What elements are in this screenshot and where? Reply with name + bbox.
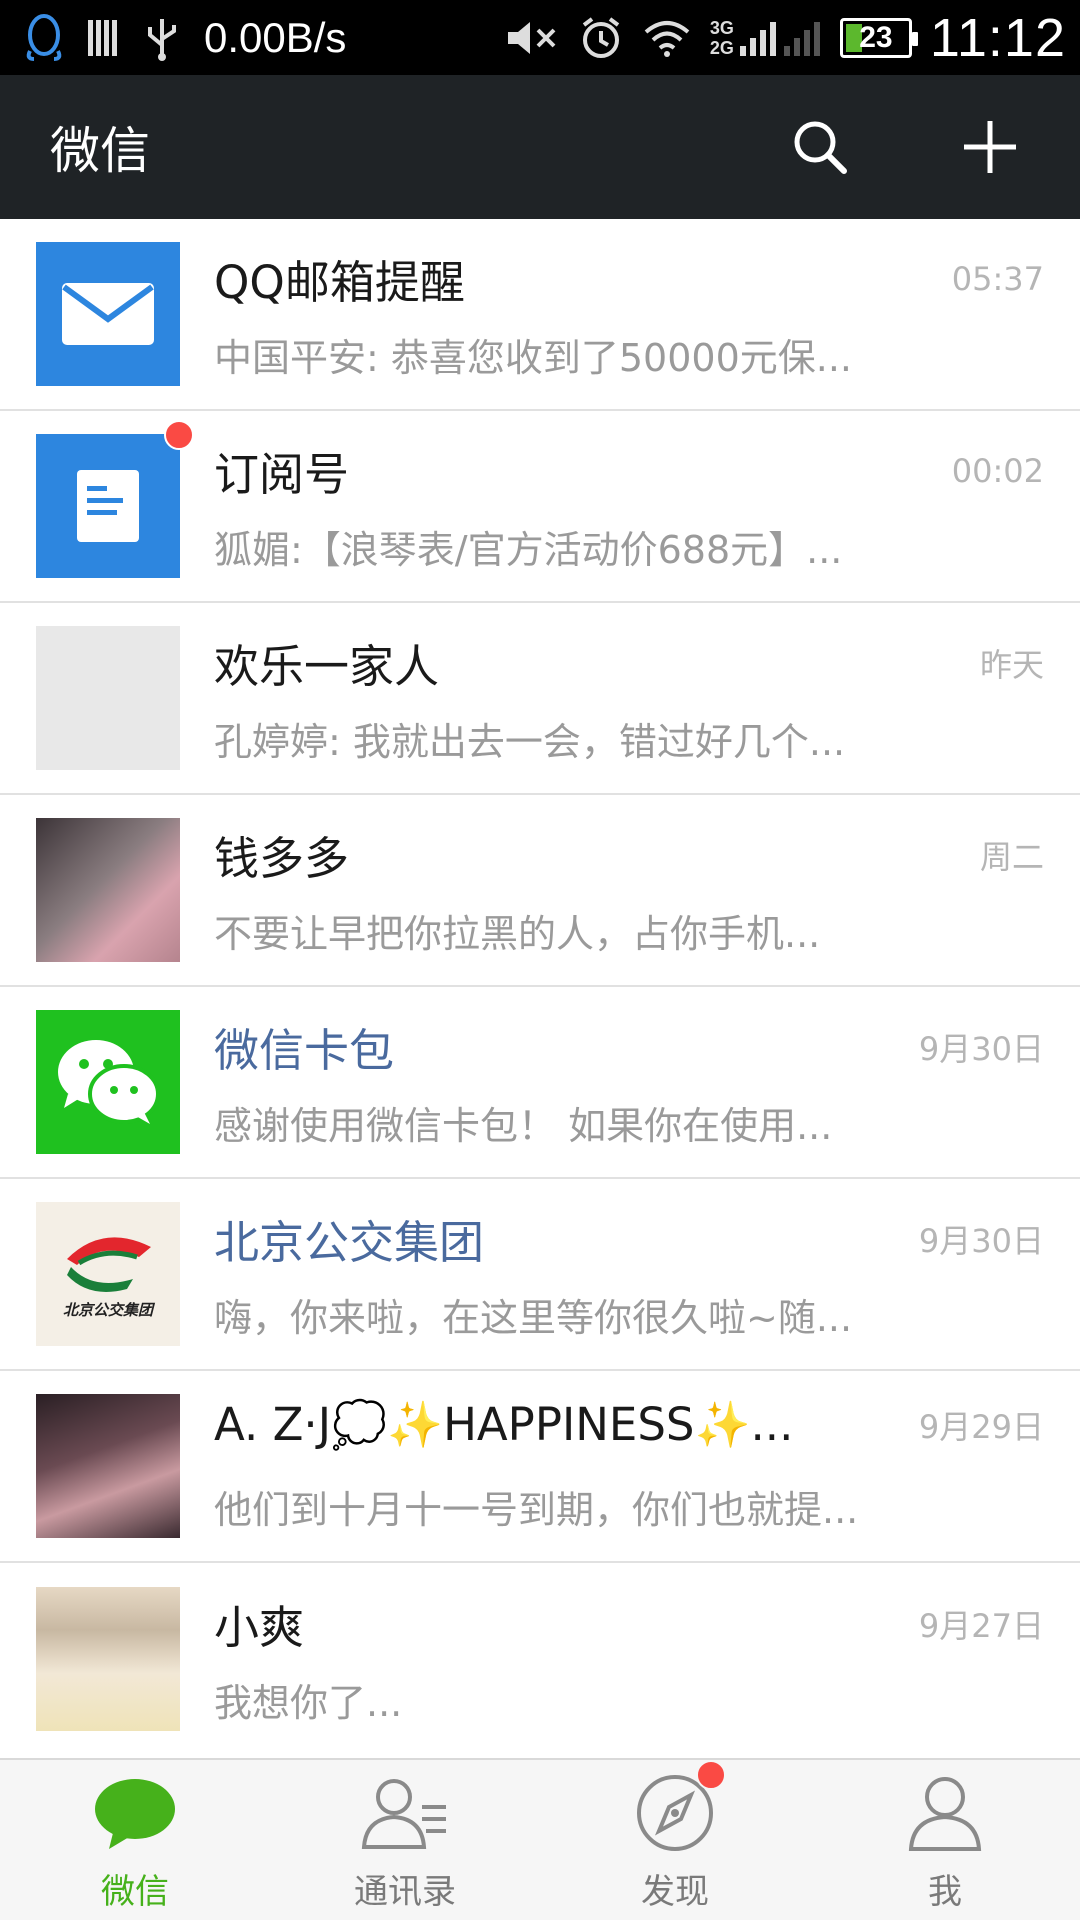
chat-preview: 我想你了... <box>214 1681 403 1725</box>
chat-time: 9月29日 <box>918 1407 1044 1446</box>
chat-time: 昨天 <box>979 645 1044 684</box>
plus-icon <box>964 121 1016 173</box>
mail-icon <box>62 283 154 345</box>
clock: 11:12 <box>929 7 1066 68</box>
chat-row-beijing-bus[interactable]: 北京公交集团 北京公交集团 9月30日 嗨，你来啦，在这里等你很久啦~随... <box>0 1179 1080 1371</box>
network-2g-label: 2G <box>709 37 734 58</box>
chat-preview: 感谢使用微信卡包！ 如果你在使用... <box>214 1104 833 1148</box>
battery-icon: 23 <box>839 17 918 58</box>
photo-avatar <box>36 1394 180 1538</box>
net-speed: 0.00B/s <box>204 13 347 61</box>
bottom-tab-bar: 微信 通讯录 发现 我 <box>0 1758 1080 1920</box>
avatar <box>36 1394 180 1538</box>
chat-row-qian-duoduo[interactable]: 钱多多 周二 不要让早把你拉黑的人，占你手机... <box>0 795 1080 987</box>
app-header: 微信 <box>0 75 1080 219</box>
chat-bubble-icon <box>95 1778 175 1849</box>
group-avatar <box>36 626 180 770</box>
search-button[interactable] <box>780 107 860 187</box>
tab-label: 我 <box>928 1871 962 1912</box>
chat-preview: 中国平安: 恭喜您收到了50000元保... <box>214 336 853 380</box>
battery-level: 23 <box>859 20 893 54</box>
chat-row-family-group[interactable]: 欢乐一家人 昨天 孔婷婷: 我就出去一会，错过好几个... <box>0 603 1080 795</box>
tab-label: 微信 <box>101 1871 169 1912</box>
avatar <box>36 626 180 770</box>
chat-time: 05:37 <box>951 259 1044 298</box>
chat-name: 微信卡包 <box>214 1024 395 1077</box>
avatar <box>36 420 194 578</box>
qq-penguin-icon <box>24 13 64 63</box>
mute-icon <box>504 18 560 58</box>
chat-preview: 孔婷婷: 我就出去一会，错过好几个... <box>214 720 846 764</box>
tab-contacts[interactable]: 通讯录 <box>270 1760 540 1920</box>
tab-chats[interactable]: 微信 <box>0 1760 270 1920</box>
chat-preview: 他们到十月十一号到期，你们也就提... <box>214 1488 859 1532</box>
chat-name: QQ邮箱提醒 <box>214 256 465 309</box>
chat-time: 9月30日 <box>918 1221 1044 1260</box>
usb-icon <box>142 15 182 61</box>
avatar <box>36 1587 180 1731</box>
chat-row-qq-mail[interactable]: QQ邮箱提醒 05:37 中国平安: 恭喜您收到了50000元保... <box>0 219 1080 411</box>
chat-time: 00:02 <box>951 451 1044 490</box>
chat-time: 9月30日 <box>918 1029 1044 1068</box>
avatar <box>36 242 180 386</box>
chat-name: 订阅号 <box>214 448 350 501</box>
chat-name: 小爽 <box>214 1601 305 1654</box>
wechat-logo-icon <box>58 1040 160 1124</box>
unread-badge <box>164 420 194 450</box>
chat-preview: 嗨，你来啦，在这里等你很久啦~随... <box>214 1296 853 1340</box>
avatar <box>36 1010 180 1154</box>
chat-time: 9月27日 <box>918 1606 1044 1645</box>
chat-time: 周二 <box>979 837 1044 876</box>
alarm-icon <box>578 15 624 61</box>
photo-avatar <box>36 818 180 962</box>
page-title: 微信 <box>50 122 150 180</box>
network-3g-label: 3G <box>709 17 734 38</box>
discover-badge <box>696 1759 726 1790</box>
document-icon <box>77 470 139 542</box>
person-icon <box>908 1776 982 1851</box>
logo-text: 北京公交集团 <box>62 1300 153 1319</box>
tab-label: 发现 <box>641 1871 709 1912</box>
avatar: 北京公交集团 <box>36 1202 180 1346</box>
avatar <box>36 818 180 962</box>
chat-name: A. Z·J💭✨HAPPINESS✨... <box>214 1398 794 1451</box>
bus-group-logo: 北京公交集团 <box>36 1202 180 1346</box>
signal-icon: 3G 2G <box>710 18 822 58</box>
tab-label: 通讯录 <box>354 1871 456 1912</box>
chat-preview: 狐媚:【浪琴表/官方活动价688元】... <box>214 528 843 572</box>
chat-row-wechat-card[interactable]: 微信卡包 9月30日 感谢使用微信卡包！ 如果你在使用... <box>0 987 1080 1179</box>
chat-name: 欢乐一家人 <box>214 640 440 693</box>
chat-row-xiao-shuang[interactable]: 小爽 9月27日 我想你了... <box>0 1563 1080 1755</box>
contacts-icon <box>361 1778 446 1849</box>
tab-discover[interactable]: 发现 <box>540 1759 810 1920</box>
chat-name: 北京公交集团 <box>214 1216 485 1269</box>
search-icon <box>794 121 847 174</box>
chat-row-happiness[interactable]: A. Z·J💭✨HAPPINESS✨... 9月29日 他们到十月十一号到期，你… <box>0 1371 1080 1563</box>
chat-list: QQ邮箱提醒 05:37 中国平安: 恭喜您收到了50000元保... 订阅号 … <box>0 219 1080 1755</box>
add-button[interactable] <box>950 107 1030 187</box>
wifi-icon <box>642 18 692 58</box>
chat-preview: 不要让早把你拉黑的人，占你手机... <box>214 912 821 956</box>
photo-avatar <box>36 1587 180 1731</box>
tab-me[interactable]: 我 <box>810 1760 1080 1920</box>
chat-name: 钱多多 <box>214 832 350 885</box>
status-bar: 0.00B/s 3G 2G 23 11:12 <box>0 0 1080 75</box>
barcode-icon <box>86 18 120 58</box>
chat-row-subscriptions[interactable]: 订阅号 00:02 狐媚:【浪琴表/官方活动价688元】... <box>0 411 1080 603</box>
